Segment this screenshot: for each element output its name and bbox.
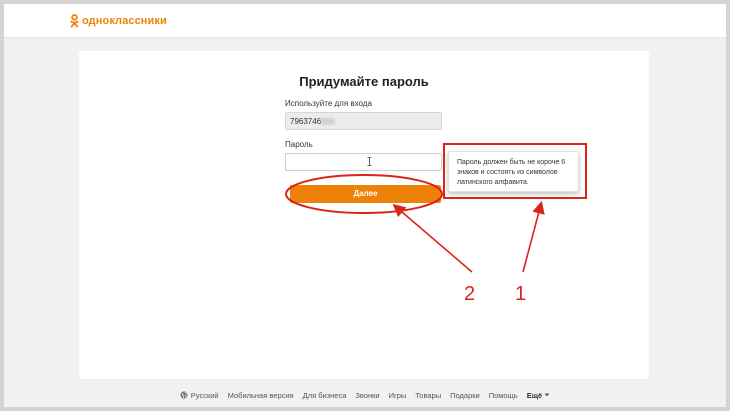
ok-logo-icon [70, 14, 79, 28]
footer-link-gifts[interactable]: Подарки [450, 391, 480, 400]
next-button[interactable]: Далее [290, 185, 441, 203]
language-selector[interactable]: Русский [180, 391, 219, 400]
more-label: Ещё [526, 390, 543, 400]
login-redacted [321, 118, 336, 125]
page-title: Придумайте пароль [299, 74, 429, 89]
password-hint-tooltip: Пароль должен быть не короче 6 знаков и … [448, 151, 579, 192]
footer-link-business[interactable]: Для бизнеса [303, 391, 347, 400]
password-label: Пароль [285, 140, 313, 149]
site-logo[interactable]: одноклассники [70, 14, 167, 28]
login-field: 7963746 [285, 112, 442, 130]
registration-card: Придумайте пароль Используйте для входа … [79, 51, 649, 379]
footer-link-mobile[interactable]: Мобильная версия [228, 391, 294, 400]
language-label: Русский [190, 390, 219, 400]
browser-viewport: одноклассники Придумайте пароль Использу… [4, 4, 726, 407]
login-value: 7963746 [290, 117, 322, 126]
logo-text: одноклассники [82, 15, 167, 27]
login-label: Используйте для входа [285, 99, 372, 108]
footer-more-menu[interactable]: Ещё [527, 391, 551, 400]
top-bar: одноклассники [4, 4, 726, 38]
chevron-down-icon [544, 393, 550, 397]
text-cursor-icon [367, 157, 372, 166]
globe-icon [180, 391, 188, 399]
footer-link-goods[interactable]: Товары [415, 391, 441, 400]
footer-link-calls[interactable]: Звонки [355, 391, 379, 400]
password-field[interactable] [285, 153, 442, 171]
footer-link-help[interactable]: Помощь [489, 391, 518, 400]
footer: Русский Мобильная версия Для бизнеса Зво… [4, 388, 726, 402]
footer-link-games[interactable]: Игры [389, 391, 407, 400]
